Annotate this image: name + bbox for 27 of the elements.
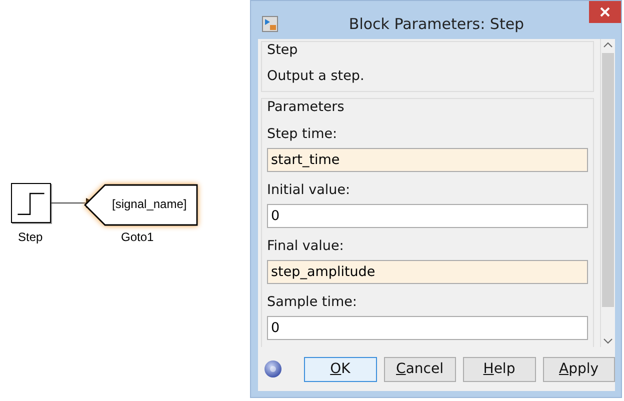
- step-block[interactable]: [11, 183, 51, 223]
- input-field[interactable]: step_amplitude: [267, 260, 588, 284]
- description-text: Output a step.: [267, 67, 366, 85]
- block-label: Step: [18, 230, 43, 244]
- scrollbar[interactable]: [600, 39, 615, 347]
- field-label: Step time:: [267, 125, 338, 143]
- block-label: Goto1: [121, 230, 154, 244]
- group-title: Step: [267, 41, 299, 59]
- input-field[interactable]: start_time: [267, 148, 588, 172]
- close-icon: [600, 7, 610, 17]
- dialog-button[interactable]: Cancel: [384, 356, 456, 382]
- field-label: Initial value:: [267, 181, 352, 199]
- dialog-button[interactable]: OK: [304, 356, 376, 382]
- scroll-down-icon[interactable]: [603, 338, 613, 344]
- scroll-up-icon[interactable]: [603, 42, 613, 48]
- app-icon: [262, 16, 278, 32]
- close-button[interactable]: [589, 1, 621, 23]
- field-label: Final value:: [267, 237, 345, 255]
- dialog-button[interactable]: Help: [463, 356, 536, 382]
- goto-block[interactable]: [signal_name]: [84, 184, 198, 226]
- input-field[interactable]: 0: [267, 204, 588, 228]
- group-title: Parameters: [267, 98, 346, 116]
- field-label: Sample time:: [267, 293, 358, 311]
- window-title: Block Parameters: Step: [348, 15, 526, 33]
- input-field[interactable]: 0: [267, 316, 588, 340]
- dialog-button[interactable]: Apply: [542, 356, 615, 382]
- help-icon[interactable]: [264, 360, 282, 378]
